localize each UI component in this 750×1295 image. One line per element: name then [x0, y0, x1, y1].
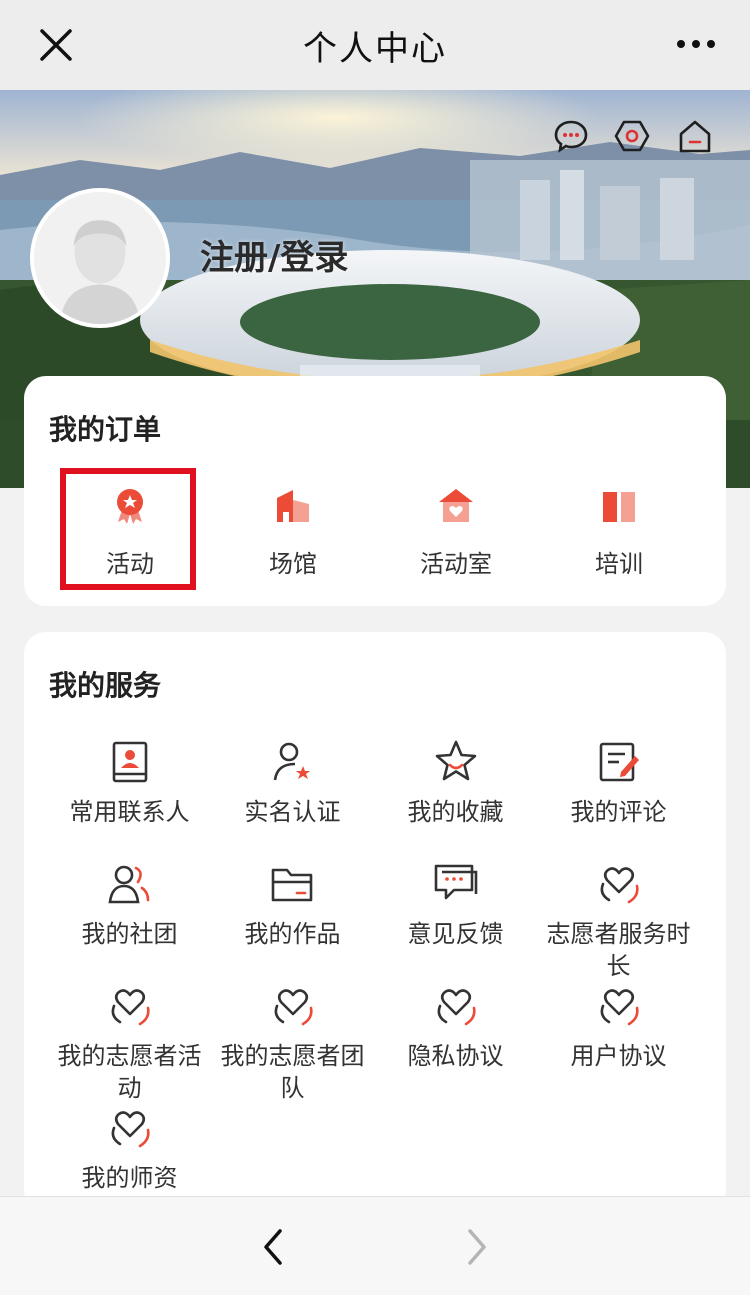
- volunteer-heart-icon: [274, 989, 313, 1026]
- services-section-title: 我的服务: [49, 669, 162, 702]
- service-item-label: 志愿者服务时长: [546, 920, 691, 980]
- service-item-label: 我的收藏: [407, 798, 504, 826]
- service-item-works[interactable]: 我的作品: [211, 860, 374, 950]
- login-register-link[interactable]: 注册/登录: [200, 230, 348, 279]
- home-icon[interactable]: [677, 118, 713, 154]
- my-services-card: 我的服务 常用联系人 实名认证 我的收藏 我的评论 我的社团 我的作品 意见反馈…: [24, 632, 726, 1212]
- service-item-label: 我的作品: [244, 920, 341, 948]
- more-menu-icon[interactable]: [676, 36, 716, 52]
- default-avatar-icon: [34, 192, 166, 324]
- service-item-volunteer-team[interactable]: 我的志愿者团队: [211, 982, 374, 1104]
- forward-arrow-icon[interactable]: [458, 1227, 494, 1267]
- orders-section-title: 我的订单: [49, 413, 162, 446]
- volunteer-heart-icon: [600, 867, 639, 904]
- user-verify-icon: [273, 742, 310, 781]
- close-icon[interactable]: [36, 25, 76, 65]
- avatar[interactable]: [30, 188, 170, 328]
- order-item-label: 场馆: [269, 550, 317, 578]
- back-arrow-icon[interactable]: [256, 1227, 292, 1267]
- volunteer-heart-icon: [600, 989, 639, 1026]
- volunteer-heart-icon: [111, 989, 150, 1026]
- training-book-icon: [603, 490, 635, 522]
- folder-icon: [271, 868, 312, 902]
- service-item-label: 隐私协议: [407, 1042, 504, 1070]
- feedback-icon: [434, 864, 477, 900]
- service-item-label: 我的志愿者团队: [220, 1042, 365, 1102]
- service-item-label: 我的社团: [81, 920, 178, 948]
- volunteer-heart-icon: [437, 989, 476, 1026]
- service-item-label: 实名认证: [244, 798, 341, 826]
- service-item-label: 常用联系人: [69, 798, 190, 826]
- highlight-box: [60, 468, 196, 590]
- service-item-clubs[interactable]: 我的社团: [48, 860, 211, 950]
- service-item-volunteer-hours[interactable]: 志愿者服务时长: [537, 860, 700, 982]
- service-item-label: 用户协议: [570, 1042, 667, 1070]
- group-icon: [108, 865, 149, 904]
- order-item-training[interactable]: 培训: [544, 476, 694, 586]
- order-item-activity-room[interactable]: 活动室: [381, 476, 531, 586]
- service-item-label: 意见反馈: [407, 920, 504, 948]
- service-item-contacts[interactable]: 常用联系人: [48, 738, 211, 828]
- service-item-favorites[interactable]: 我的收藏: [374, 738, 537, 828]
- order-item-venue[interactable]: 场馆: [218, 476, 368, 586]
- service-item-label: 我的志愿者活动: [57, 1042, 202, 1102]
- page-title: 个人中心: [303, 28, 447, 69]
- comment-edit-icon: [599, 742, 639, 782]
- message-icon[interactable]: [553, 118, 589, 154]
- venue-icon: [277, 490, 309, 522]
- service-item-comments[interactable]: 我的评论: [537, 738, 700, 828]
- settings-icon[interactable]: [614, 118, 650, 154]
- service-item-feedback[interactable]: 意见反馈: [374, 860, 537, 950]
- service-item-label: 我的师资: [81, 1164, 178, 1192]
- service-item-user-agreement[interactable]: 用户协议: [537, 982, 700, 1072]
- order-item-label: 活动室: [420, 550, 492, 578]
- service-item-volunteer-activities[interactable]: 我的志愿者活动: [48, 982, 211, 1104]
- contact-book-icon: [112, 741, 147, 783]
- service-item-real-name[interactable]: 实名认证: [211, 738, 374, 828]
- activity-room-icon: [439, 489, 473, 522]
- star-icon: [435, 740, 476, 781]
- top-nav-bar: 个人中心: [0, 0, 750, 90]
- bottom-nav-bar: [0, 1196, 750, 1295]
- order-item-label: 培训: [595, 550, 643, 578]
- service-item-label: 我的评论: [570, 798, 667, 826]
- service-item-teachers[interactable]: 我的师资: [48, 1104, 211, 1194]
- volunteer-heart-icon: [111, 1111, 150, 1148]
- service-item-privacy[interactable]: 隐私协议: [374, 982, 537, 1072]
